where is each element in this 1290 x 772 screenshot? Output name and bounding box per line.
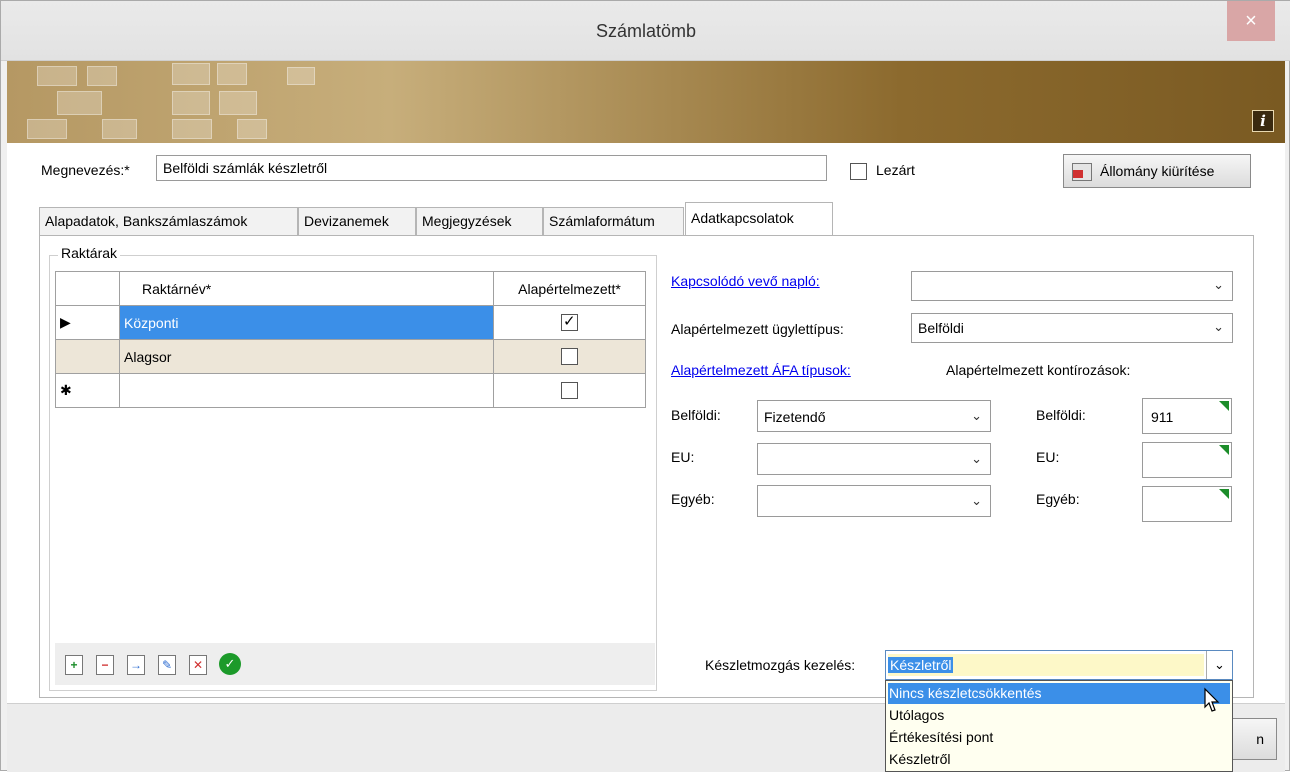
bottom-button-label: n bbox=[1256, 731, 1264, 747]
mouse-cursor-icon bbox=[1204, 687, 1220, 712]
cell-default[interactable] bbox=[493, 339, 646, 374]
keszletmozgas-select[interactable]: Készletről ⌄ bbox=[885, 650, 1233, 680]
row-indicator: ✱ bbox=[55, 373, 120, 408]
ugylettipus-value: Belföldi bbox=[918, 320, 964, 336]
dialog-window: Számlatömb × i Megnevezés:* Lezárt Állom… bbox=[0, 0, 1290, 772]
chevron-down-icon: ⌄ bbox=[971, 408, 982, 423]
table-row[interactable]: Alagsor bbox=[55, 339, 646, 374]
chevron-down-icon: ⌄ bbox=[971, 451, 982, 466]
dropdown-option[interactable]: Nincs készletcsökkentés bbox=[888, 683, 1230, 704]
kontir-belfoldi-label: Belföldi: bbox=[1036, 407, 1086, 423]
column-header-alapertelmezett[interactable]: Alapértelmezett* bbox=[493, 271, 646, 306]
megnevezes-input[interactable] bbox=[156, 155, 827, 181]
chevron-down-icon[interactable]: ⌄ bbox=[1206, 651, 1232, 679]
trash-icon bbox=[1072, 163, 1092, 181]
lookup-marker-icon bbox=[1219, 401, 1229, 411]
lookup-marker-icon bbox=[1219, 489, 1229, 499]
chevron-down-icon: ⌄ bbox=[1213, 277, 1224, 292]
lezart-label: Lezárt bbox=[876, 162, 915, 178]
column-header-raktarnev[interactable]: Raktárnév* bbox=[119, 271, 494, 306]
cell-raktarnev[interactable] bbox=[119, 373, 494, 408]
dropdown-option[interactable]: Értékesítési pont bbox=[888, 727, 1230, 748]
afa-belfoldi-select[interactable]: Fizetendő ⌄ bbox=[757, 400, 991, 432]
chevron-down-icon: ⌄ bbox=[971, 493, 982, 508]
delete-icon[interactable]: ✕ bbox=[189, 655, 207, 675]
default-checkbox[interactable] bbox=[561, 382, 578, 400]
keszletmozgas-value-box[interactable]: Készletről bbox=[888, 654, 1204, 676]
raktarak-title: Raktárak bbox=[58, 245, 121, 261]
afa-belfoldi-label: Belföldi: bbox=[671, 407, 721, 423]
keszletmozgas-dropdown-list: Nincs készletcsökkentés Utólagos Értékes… bbox=[885, 680, 1233, 772]
edit-icon[interactable]: ✎ bbox=[158, 655, 176, 675]
allomany-button-label: Állomány kiürítése bbox=[1100, 163, 1215, 179]
table-row[interactable]: ▶ Központi bbox=[55, 305, 646, 340]
tab-devizanemek[interactable]: Devizanemek bbox=[298, 207, 416, 235]
kontirozasok-label: Alapértelmezett kontírozások: bbox=[946, 362, 1131, 378]
dropdown-option[interactable]: Utólagos bbox=[888, 705, 1230, 726]
ugylettipus-select[interactable]: Belföldi ⌄ bbox=[911, 313, 1233, 343]
keszletmozgas-value: Készletről bbox=[888, 657, 954, 673]
lezart-checkbox[interactable] bbox=[850, 163, 867, 180]
row-header-corner bbox=[55, 271, 120, 306]
afa-belfoldi-value: Fizetendő bbox=[764, 409, 826, 425]
cell-raktarnev[interactable]: Központi bbox=[119, 305, 494, 340]
tab-megjegyzesek[interactable]: Megjegyzések bbox=[416, 207, 543, 235]
header-banner: i bbox=[7, 61, 1285, 143]
keszletmozgas-label: Készletmozgás kezelés: bbox=[705, 657, 856, 673]
chevron-down-icon: ⌄ bbox=[1213, 319, 1224, 334]
kapcsolodo-vevo-naplo-link[interactable]: Kapcsolódó vevő napló: bbox=[671, 273, 820, 289]
kontir-belfoldi-field[interactable]: 911 bbox=[1142, 398, 1232, 434]
ugylettipus-label: Alapértelmezett ügylettípus: bbox=[671, 321, 844, 337]
tab-szamlaformatum[interactable]: Számlaformátum bbox=[543, 207, 684, 235]
move-icon[interactable]: → bbox=[127, 655, 145, 675]
add-icon[interactable]: + bbox=[65, 655, 83, 675]
row-indicator bbox=[55, 339, 120, 374]
afa-egyeb-label: Egyéb: bbox=[671, 491, 715, 507]
confirm-icon[interactable]: ✓ bbox=[219, 653, 241, 675]
grid-toolbar: + − → ✎ ✕ ✓ bbox=[55, 643, 655, 685]
remove-icon[interactable]: − bbox=[96, 655, 114, 675]
cell-raktarnev[interactable]: Alagsor bbox=[119, 339, 494, 374]
kapcsolodo-vevo-naplo-select[interactable]: ⌄ bbox=[911, 271, 1233, 301]
table-header-row: Raktárnév* Alapértelmezett* bbox=[55, 271, 646, 306]
default-checkbox[interactable] bbox=[561, 312, 578, 332]
default-checkbox[interactable] bbox=[561, 348, 578, 366]
cell-default[interactable] bbox=[493, 373, 646, 408]
cell-default[interactable] bbox=[493, 305, 646, 340]
allomany-kiuritese-button[interactable]: Állomány kiürítése bbox=[1063, 154, 1251, 188]
afa-eu-select[interactable]: ⌄ bbox=[757, 443, 991, 475]
afa-egyeb-select[interactable]: ⌄ bbox=[757, 485, 991, 517]
kontir-egyeb-field[interactable] bbox=[1142, 486, 1232, 522]
kontir-eu-label: EU: bbox=[1036, 449, 1060, 465]
close-button[interactable]: × bbox=[1227, 1, 1275, 41]
tab-alapadatok[interactable]: Alapadatok, Bankszámlaszámok bbox=[39, 207, 298, 235]
tab-adatkapcsolatok[interactable]: Adatkapcsolatok bbox=[685, 202, 833, 236]
kontir-eu-field[interactable] bbox=[1142, 442, 1232, 478]
title-bar: Számlatömb × bbox=[1, 1, 1290, 61]
afa-eu-label: EU: bbox=[671, 449, 695, 465]
table-row-new[interactable]: ✱ bbox=[55, 373, 646, 408]
lookup-marker-icon bbox=[1219, 445, 1229, 455]
row-indicator: ▶ bbox=[55, 305, 120, 340]
raktarak-table: Raktárnév* Alapértelmezett* ▶ Központi A… bbox=[55, 271, 646, 408]
megnevezes-label: Megnevezés:* bbox=[41, 162, 130, 178]
dropdown-option[interactable]: Készletről bbox=[888, 749, 1230, 770]
afa-tipusok-link[interactable]: Alapértelmezett ÁFA típusok: bbox=[671, 362, 851, 378]
kontir-belfoldi-value: 911 bbox=[1151, 409, 1174, 425]
info-icon[interactable]: i bbox=[1252, 110, 1274, 132]
window-title: Számlatömb bbox=[595, 21, 697, 41]
kontir-egyeb-label: Egyéb: bbox=[1036, 491, 1080, 507]
